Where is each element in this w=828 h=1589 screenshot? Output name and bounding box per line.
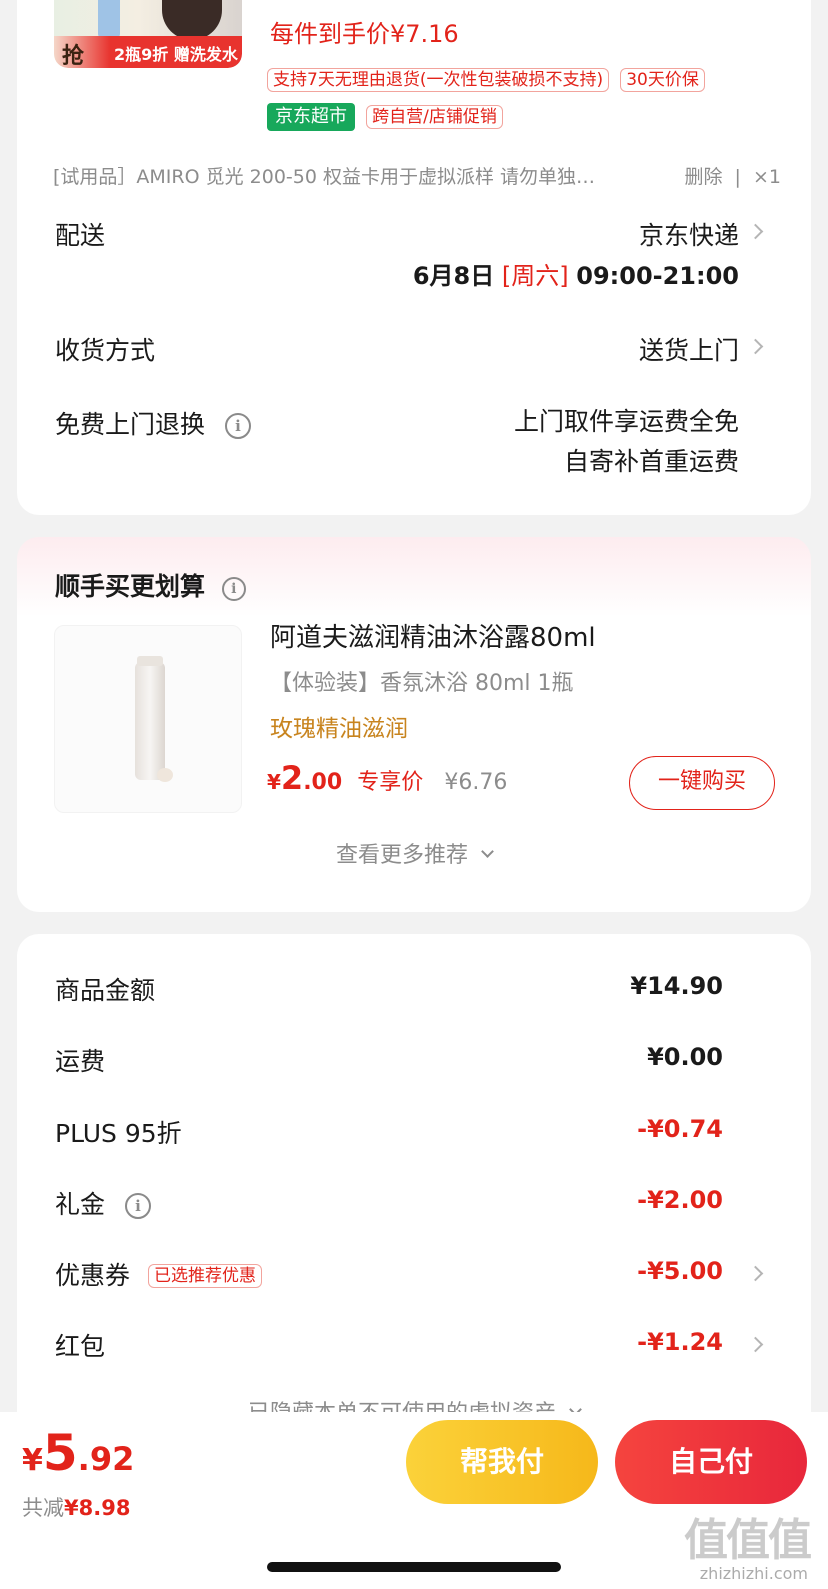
- self-pay-button[interactable]: 自己付: [615, 1420, 807, 1504]
- price-summary-card: 商品金额 ¥14.90 运费 ¥0.00 PLUS 95折 -¥0.74 礼金 …: [17, 934, 811, 1454]
- delivery-weekday: [周六]: [501, 262, 569, 290]
- product-image-badge: 抢 2瓶9折 赠洗发水: [54, 36, 242, 68]
- summary-label-plus: PLUS 95折: [55, 1119, 182, 1148]
- free-return-line2: 自寄补首重运费: [563, 447, 739, 476]
- saved-label: 共减: [22, 1496, 64, 1520]
- delivery-label: 配送: [55, 221, 106, 250]
- summary-label-gift: 礼金 i: [55, 1185, 151, 1221]
- delivery-window: 09:00-21:00: [576, 262, 739, 290]
- coupon-recommend-tag: 已选推荐优惠: [147, 1264, 262, 1288]
- total-currency: ¥: [22, 1443, 43, 1478]
- total-int: 5: [42, 1424, 78, 1482]
- product-photo-model: [162, 0, 222, 40]
- summary-value-shipping: ¥0.00: [647, 1043, 723, 1071]
- more-recommend-link[interactable]: 查看更多推荐: [17, 837, 811, 869]
- free-return-line1: 上门取件享运费全免: [513, 407, 739, 436]
- free-return-label: 免费上门退换 i: [55, 405, 251, 441]
- recommend-product-spec: 【体验装】香氛沐浴 80ml 1瓶: [270, 665, 574, 697]
- receive-method-label: 收货方式: [55, 336, 156, 365]
- bottle-shape: [135, 662, 165, 780]
- chevron-right-icon[interactable]: [747, 338, 764, 355]
- chevron-right-icon[interactable]: [747, 1336, 764, 1353]
- recommend-feature: 玫瑰精油滋润: [270, 716, 408, 742]
- receive-method-value[interactable]: 送货上门: [639, 331, 739, 367]
- recommend-product-name[interactable]: 阿道夫滋润精油沐浴露80ml: [270, 617, 596, 654]
- free-return-text: 免费上门退换: [55, 410, 206, 439]
- return-policy-tag: 支持7天无理由退货(一次性包装破损不支持): [267, 68, 610, 92]
- gift-label-text: 礼金: [55, 1190, 106, 1219]
- exclusive-price-label: 专享价: [357, 770, 424, 795]
- info-icon[interactable]: i: [221, 577, 246, 601]
- recommend-price: ¥2.00 专享价 ¥6.76: [267, 759, 507, 797]
- original-price: ¥6.76: [444, 770, 508, 795]
- badge-grab-char: 抢: [62, 44, 85, 68]
- watermark-logo: 值值值: [684, 1515, 812, 1566]
- info-icon[interactable]: i: [224, 413, 251, 439]
- watermark-url: zhizhizhi.com: [699, 1564, 808, 1583]
- summary-value-plus: -¥0.74: [637, 1115, 723, 1143]
- total-price: ¥5.92: [22, 1424, 134, 1482]
- bottle-cap: [137, 656, 163, 666]
- trial-item-actions: 删除 | ×1: [684, 162, 781, 189]
- chevron-right-icon[interactable]: [747, 1265, 764, 1282]
- price-protect-tag: 30天价保: [620, 68, 705, 92]
- price-int: 2: [280, 759, 304, 797]
- help-pay-button[interactable]: 帮我付: [406, 1420, 598, 1504]
- trial-item-qty: ×1: [752, 166, 781, 188]
- summary-label-goods: 商品金额: [55, 976, 156, 1005]
- flower-decor: [157, 768, 173, 782]
- summary-label-redpacket: 红包: [55, 1332, 106, 1361]
- product-photo-bottle: [98, 0, 120, 38]
- more-recommend-text: 查看更多推荐: [335, 843, 468, 868]
- one-click-buy-button[interactable]: 一键购买: [629, 756, 775, 810]
- summary-value-coupon[interactable]: -¥5.00: [637, 1257, 723, 1285]
- summary-value-redpacket[interactable]: -¥1.24: [637, 1328, 723, 1356]
- delete-link[interactable]: 删除: [684, 166, 722, 188]
- trial-item-title: [试用品］AMIRO 觅光 200-50 权益卡用于虚拟派样 请勿单独…: [53, 166, 596, 188]
- recommend-title-text: 顺手买更划算: [55, 572, 206, 601]
- product-store-tags: 京东超市 跨自营/店铺促销: [267, 103, 503, 131]
- summary-value-gift: -¥2.00: [637, 1186, 723, 1214]
- coupon-label-text: 优惠券: [55, 1261, 131, 1290]
- info-icon[interactable]: i: [124, 1193, 151, 1219]
- product-service-tags: 支持7天无理由退货(一次性包装破损不支持) 30天价保: [267, 68, 705, 92]
- jd-supermarket-tag: 京东超市: [267, 103, 355, 131]
- badge-offer-text: 2瓶9折 赠洗发水: [114, 45, 238, 64]
- delivery-date: 6月8日: [412, 262, 495, 290]
- cross-promo-tag: 跨自营/店铺促销: [366, 105, 503, 129]
- total-saved: 共减¥8.98: [22, 1492, 130, 1522]
- chevron-down-icon: [481, 845, 494, 858]
- home-indicator: [267, 1562, 561, 1572]
- summary-value-goods: ¥14.90: [630, 972, 723, 1000]
- summary-label-coupon[interactable]: 优惠券 已选推荐优惠: [55, 1256, 262, 1292]
- recommend-product-image[interactable]: [54, 625, 242, 813]
- spec-tag: 【体验装】: [270, 671, 381, 696]
- saved-value: ¥8.98: [64, 1496, 131, 1520]
- price-currency: ¥: [267, 770, 281, 794]
- delivery-carrier[interactable]: 京东快递: [639, 216, 739, 252]
- price-dec: .00: [303, 770, 343, 795]
- recommend-title: 顺手买更划算 i: [55, 567, 246, 603]
- checkout-bar: ¥5.92 共减¥8.98 帮我付 自己付 值值值 zhizhizhi.com: [0, 1412, 828, 1589]
- product-delivery-card: 抢 2瓶9折 赠洗发水 每件到手价¥7.16 支持7天无理由退货(一次性包装破损…: [17, 0, 811, 515]
- divider: |: [734, 166, 741, 188]
- chevron-right-icon[interactable]: [747, 223, 764, 240]
- spec-text: 香氛沐浴 80ml 1瓶: [380, 671, 574, 696]
- summary-label-shipping: 运费: [55, 1047, 106, 1076]
- recommend-card: 顺手买更划算 i 阿道夫滋润精油沐浴露80ml 【体验装】香氛沐浴 80ml 1…: [17, 537, 811, 912]
- unit-price-label: 每件到手价¥7.16: [270, 20, 459, 48]
- product-image[interactable]: 抢 2瓶9折 赠洗发水: [54, 0, 242, 68]
- delivery-time[interactable]: 6月8日 [周六] 09:00-21:00: [413, 256, 739, 291]
- total-dec: .92: [77, 1440, 135, 1478]
